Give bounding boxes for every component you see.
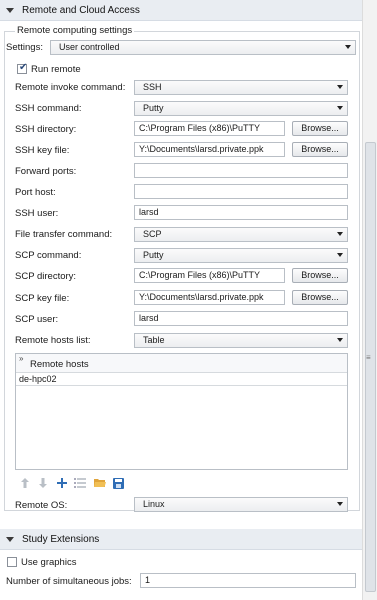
remote-os-select[interactable]: Linux xyxy=(134,497,348,512)
save-icon[interactable] xyxy=(112,477,124,489)
scp-key-label: SCP key file: xyxy=(15,293,70,304)
ftc-label: File transfer command: xyxy=(15,229,113,240)
port-host-label: Port host: xyxy=(15,187,56,198)
ssh-key-field[interactable]: Y:\Documents\larsd.private.ppk xyxy=(134,142,285,157)
ssh-key-browse-button[interactable]: Browse... xyxy=(292,142,348,157)
chevron-down-icon xyxy=(337,253,343,257)
scp-cmd-select[interactable]: Putty xyxy=(134,248,348,263)
section-title: Remote and Cloud Access xyxy=(22,4,140,16)
forward-ports-field[interactable] xyxy=(134,163,348,178)
section-title: Study Extensions xyxy=(22,533,100,545)
ssh-key-label: SSH key file: xyxy=(15,145,70,156)
scp-user-label: SCP user: xyxy=(15,314,59,325)
chevron-down-icon xyxy=(337,85,343,89)
jobs-field[interactable]: 1 xyxy=(140,573,356,588)
move-down-icon[interactable] xyxy=(37,477,49,489)
scp-user-field[interactable]: larsd xyxy=(134,311,348,326)
remote-os-select-value: Linux xyxy=(143,499,165,509)
settings-select[interactable]: User controlled xyxy=(50,40,356,55)
invoke-select-value: SSH xyxy=(143,82,162,92)
invoke-select[interactable]: SSH xyxy=(134,80,348,95)
chevron-down-icon xyxy=(337,502,343,506)
add-icon[interactable] xyxy=(56,477,68,489)
scp-key-field[interactable]: Y:\Documents\larsd.private.ppk xyxy=(134,290,285,305)
scp-cmd-select-value: Putty xyxy=(143,250,164,260)
port-host-field[interactable] xyxy=(134,184,348,199)
scrollbar-thumb[interactable] xyxy=(365,142,376,592)
chevron-down-icon xyxy=(337,338,343,342)
jobs-label: Number of simultaneous jobs: xyxy=(6,576,132,587)
ftc-select-value: SCP xyxy=(143,229,162,239)
use-graphics-checkbox[interactable] xyxy=(7,557,17,567)
section-header-study[interactable]: Study Extensions xyxy=(0,529,362,550)
ssh-user-label: SSH user: xyxy=(15,208,59,219)
column-header-remote-hosts[interactable]: Remote hosts xyxy=(30,359,89,370)
ssh-cmd-label: SSH command: xyxy=(15,103,82,114)
settings-label: Settings: xyxy=(6,42,43,53)
expand-columns-icon[interactable]: » xyxy=(19,354,23,363)
scp-dir-label: SCP directory: xyxy=(15,271,77,282)
chevron-down-icon xyxy=(337,232,343,236)
chevron-down-icon xyxy=(345,45,351,49)
hosts-list-label: Remote hosts list: xyxy=(15,335,91,346)
scp-key-browse-button[interactable]: Browse... xyxy=(292,290,348,305)
ssh-dir-browse-button[interactable]: Browse... xyxy=(292,121,348,136)
use-graphics-label: Use graphics xyxy=(21,557,77,568)
hosts-list-select-value: Table xyxy=(143,335,165,345)
scp-dir-browse-button[interactable]: Browse... xyxy=(292,268,348,283)
chevron-down-icon xyxy=(337,106,343,110)
section-header-remote[interactable]: Remote and Cloud Access xyxy=(0,0,362,21)
ssh-cmd-select-value: Putty xyxy=(143,103,164,113)
checkmark-icon: ✔ xyxy=(19,62,28,73)
grip-icon: ≡ xyxy=(366,353,371,362)
open-folder-icon[interactable] xyxy=(94,477,106,489)
group-title: Remote computing settings xyxy=(15,25,135,36)
move-up-icon[interactable] xyxy=(19,477,31,489)
table-row[interactable]: de-hpc02 xyxy=(16,373,347,386)
run-remote-label: Run remote xyxy=(31,64,81,75)
ftc-select[interactable]: SCP xyxy=(134,227,348,242)
run-remote-checkbox[interactable]: ✔ xyxy=(17,62,28,74)
remote-hosts-table[interactable]: » Remote hosts de-hpc02 xyxy=(15,353,348,470)
forward-ports-label: Forward ports: xyxy=(15,166,77,177)
scp-cmd-label: SCP command: xyxy=(15,250,82,261)
hosts-list-select[interactable]: Table xyxy=(134,333,348,348)
ssh-dir-label: SSH directory: xyxy=(15,124,77,135)
ssh-dir-field[interactable]: C:\Program Files (x86)\PuTTY xyxy=(134,121,285,136)
vertical-scrollbar[interactable]: ≡ xyxy=(362,0,377,600)
clear-list-icon[interactable] xyxy=(74,477,86,489)
settings-select-value: User controlled xyxy=(59,42,120,52)
ssh-cmd-select[interactable]: Putty xyxy=(134,101,348,116)
collapse-triangle-icon[interactable] xyxy=(6,7,14,13)
scp-dir-field[interactable]: C:\Program Files (x86)\PuTTY xyxy=(134,268,285,283)
collapse-triangle-icon[interactable] xyxy=(6,536,14,542)
invoke-label: Remote invoke command: xyxy=(15,82,126,93)
ssh-user-field[interactable]: larsd xyxy=(134,205,348,220)
remote-os-label: Remote OS: xyxy=(15,500,68,511)
table-header: » Remote hosts xyxy=(16,354,347,373)
